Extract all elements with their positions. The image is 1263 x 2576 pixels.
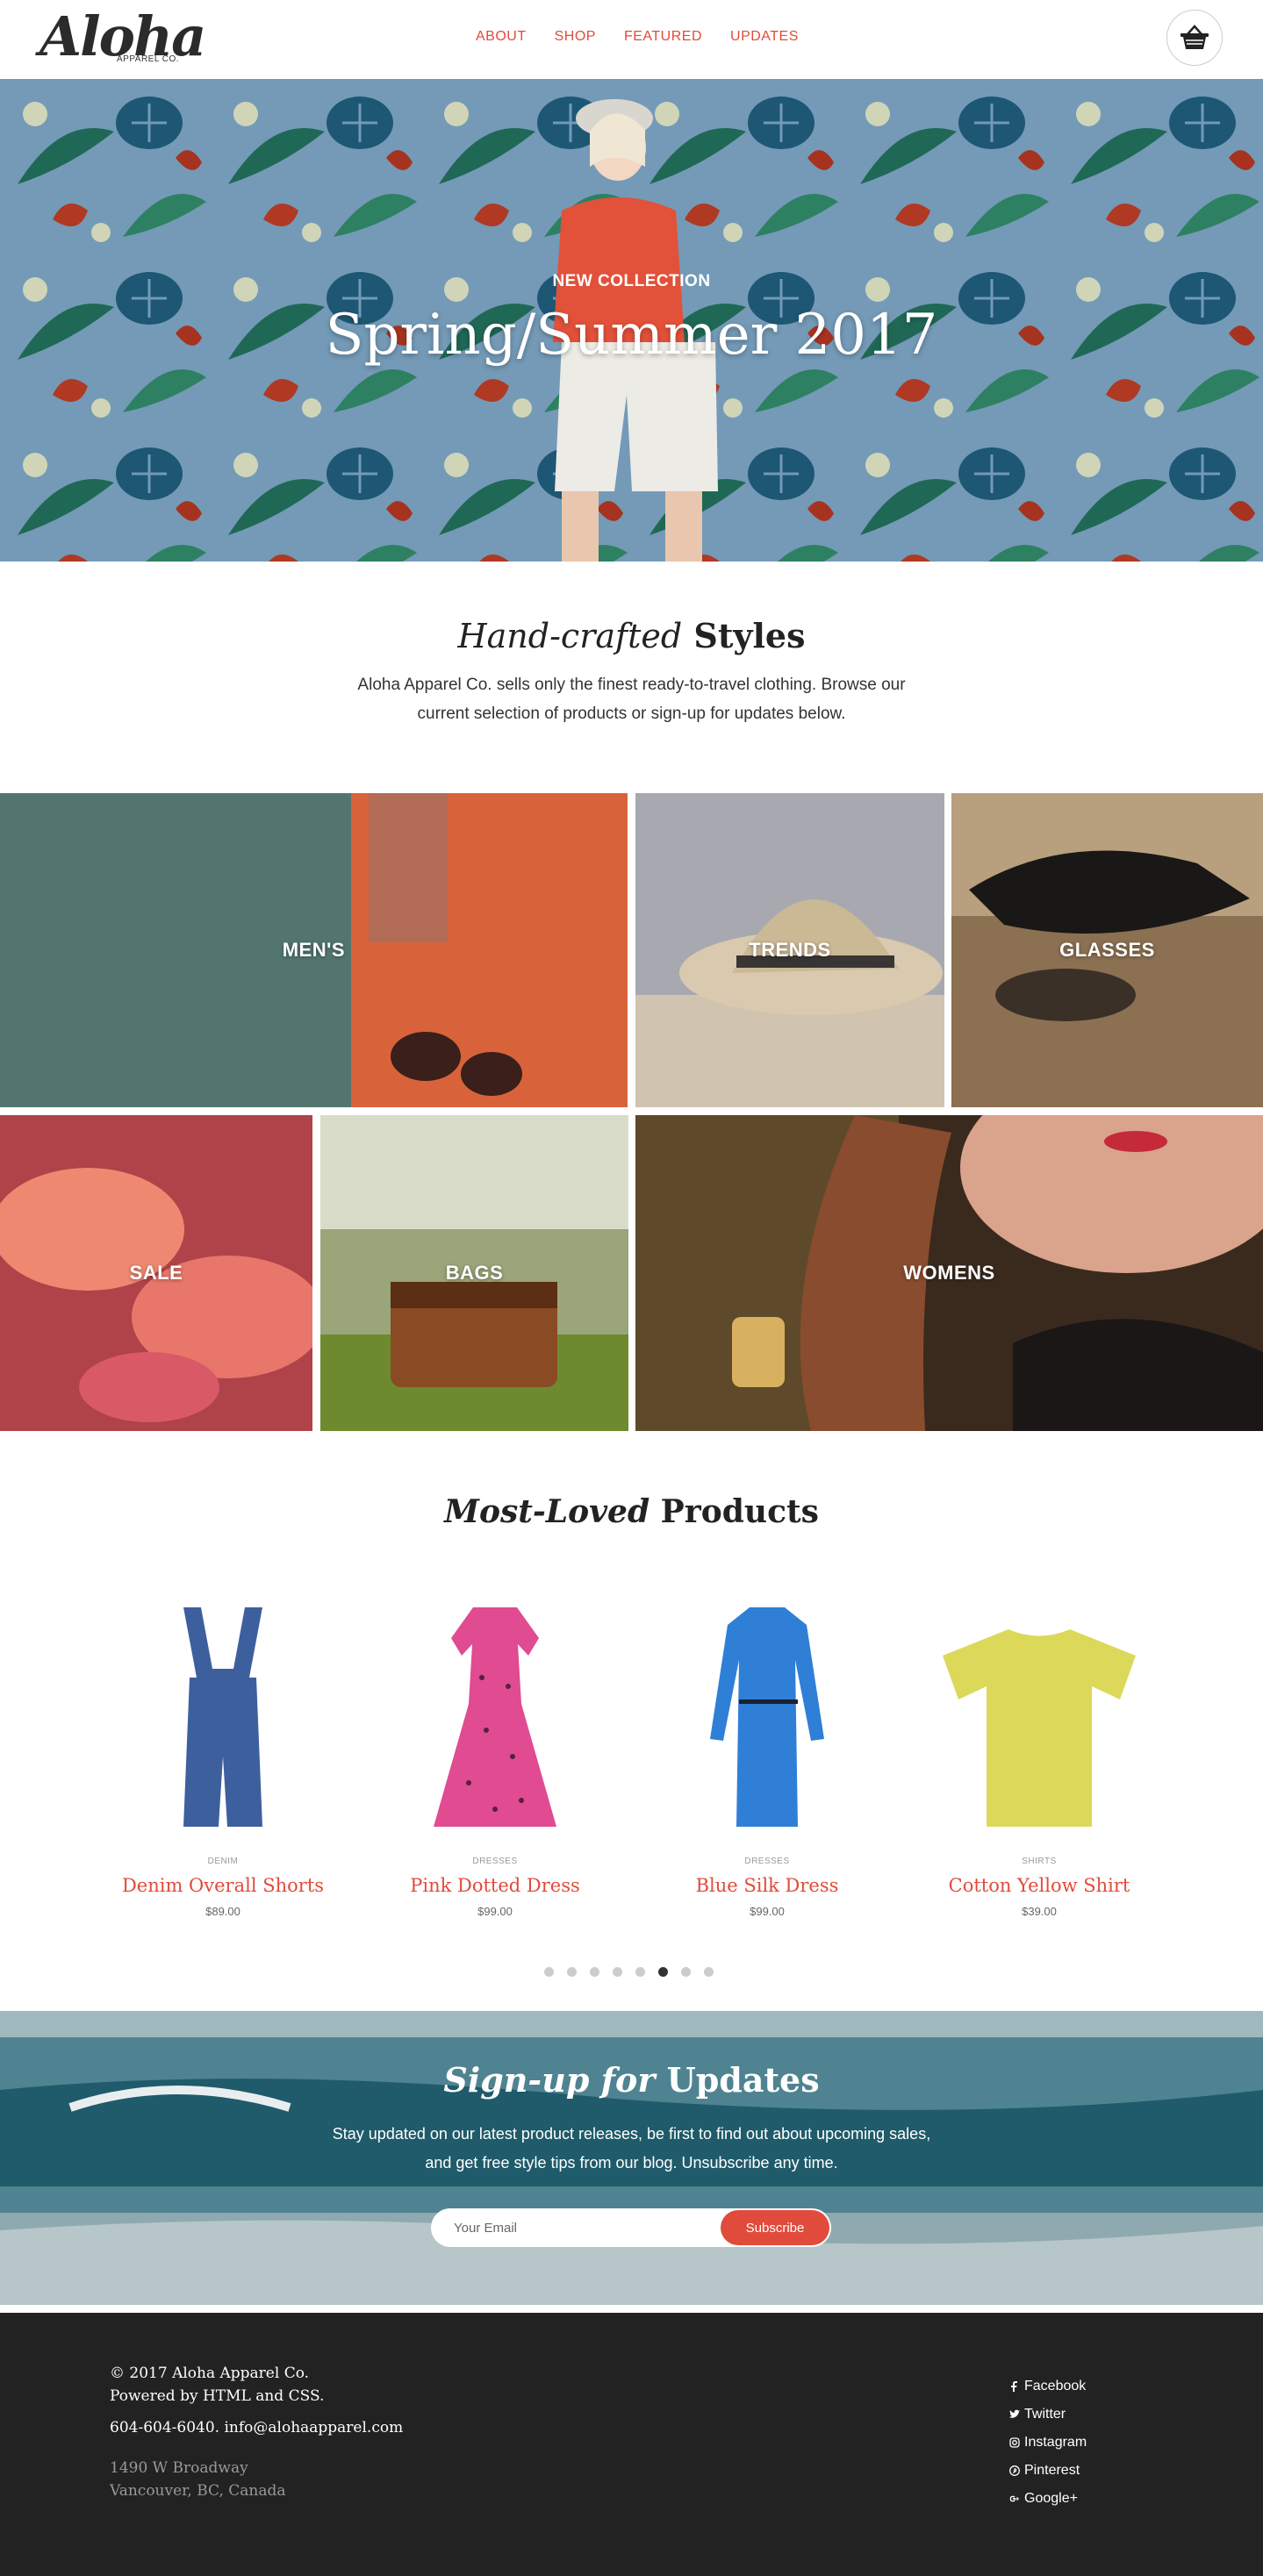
address-line1: 1490 W Broadway <box>110 2459 248 2477</box>
product-price: $89.00 <box>205 1905 240 1918</box>
twitter-icon <box>1009 2409 1020 2418</box>
google-plus-icon <box>1009 2495 1019 2502</box>
carousel-dot-active[interactable] <box>658 1967 668 1977</box>
category-label-sale: SALE <box>129 1262 183 1284</box>
carousel-dot[interactable] <box>590 1967 599 1977</box>
hero-title: Spring/Summer 2017 <box>325 303 938 368</box>
signup-body: Stay updated on our latest product relea… <box>332 2125 931 2172</box>
footer-contact: 604-604-6040. info@alohaapparel.com <box>110 2419 403 2436</box>
product-image <box>644 1590 890 1844</box>
product-category: DRESSES <box>472 1857 518 1866</box>
intro-body: Aloha Apparel Co. sells only the finest … <box>357 676 906 723</box>
product-card[interactable]: DENIM Denim Overall Shorts $89.00 <box>100 1590 346 1918</box>
powered-text: Powered by HTML and CSS. <box>110 2387 325 2405</box>
email-link[interactable]: info@alohaapparel.com <box>224 2419 403 2436</box>
category-tile-trends[interactable]: TRENDS <box>635 793 944 1107</box>
category-label-womens: WOMENS <box>903 1262 995 1284</box>
category-label-bags: BAGS <box>445 1262 504 1284</box>
subscribe-button[interactable]: Subscribe <box>721 2210 829 2245</box>
product-image <box>100 1590 346 1844</box>
carousel-dot[interactable] <box>567 1967 577 1977</box>
carousel-dots <box>544 1967 714 1977</box>
product-card[interactable]: DRESSES Pink Dotted Dress $99.00 <box>372 1590 618 1918</box>
social-google-plus[interactable]: Google+ <box>1009 2485 1087 2513</box>
footer-address: 1490 W Broadway Vancouver, BC, Canada <box>110 2457 286 2502</box>
category-label-mens: MEN'S <box>282 939 345 961</box>
intro-title-italic: Hand-crafted <box>457 617 683 655</box>
hero-kicker: NEW COLLECTION <box>552 272 711 290</box>
social-label: Facebook <box>1024 2379 1087 2394</box>
product-category: SHIRTS <box>1022 1857 1057 1866</box>
logo-subtitle: APPAREL CO. <box>117 54 180 64</box>
social-instagram[interactable]: Instagram <box>1009 2429 1087 2457</box>
signup-title: Sign-up for Updates <box>0 2060 1263 2100</box>
main-nav: ABOUT SHOP FEATURED UPDATES <box>476 29 799 45</box>
social-label: Pinterest <box>1024 2463 1080 2478</box>
product-image <box>916 1590 1162 1844</box>
facebook-icon <box>1011 2381 1017 2392</box>
social-label: Twitter <box>1024 2407 1066 2422</box>
products-title: Most-Loved Products <box>0 1493 1263 1530</box>
cart-button[interactable] <box>1166 10 1223 66</box>
product-name[interactable]: Denim Overall Shorts <box>100 1875 346 1896</box>
social-label: Google+ <box>1024 2491 1078 2506</box>
category-tile-mens[interactable]: MEN'S <box>0 793 628 1107</box>
carousel-dot[interactable] <box>681 1967 691 1977</box>
product-name[interactable]: Pink Dotted Dress <box>372 1875 618 1896</box>
product-name[interactable]: Blue Silk Dress <box>644 1875 890 1896</box>
nav-updates[interactable]: UPDATES <box>730 29 799 45</box>
products-title-italic: Most-Loved <box>444 1493 650 1530</box>
product-category: DRESSES <box>744 1857 790 1866</box>
product-card[interactable]: SHIRTS Cotton Yellow Shirt $39.00 <box>916 1590 1162 1918</box>
product-price: $99.00 <box>477 1905 513 1918</box>
site-header: Aloha APPAREL CO. ABOUT SHOP FEATURED UP… <box>0 0 1263 79</box>
nav-about[interactable]: ABOUT <box>476 29 527 45</box>
product-price: $99.00 <box>750 1905 785 1918</box>
address-line2: Vancouver, BC, Canada <box>110 2482 286 2500</box>
basket-icon <box>1180 25 1209 49</box>
copyright-text: © 2017 Aloha Apparel Co. <box>110 2365 310 2382</box>
product-category: DENIM <box>207 1857 239 1866</box>
product-name[interactable]: Cotton Yellow Shirt <box>916 1875 1162 1896</box>
signup-section: Sign-up for Updates Stay updated on our … <box>0 2011 1263 2305</box>
phone-number[interactable]: 604-604-6040. <box>110 2419 219 2436</box>
carousel-dot[interactable] <box>544 1967 554 1977</box>
social-pinterest[interactable]: Pinterest <box>1009 2457 1087 2485</box>
carousel-dot[interactable] <box>613 1967 622 1977</box>
product-card[interactable]: DRESSES Blue Silk Dress $99.00 <box>644 1590 890 1918</box>
instagram-icon <box>1009 2437 1020 2448</box>
category-tile-bags[interactable]: BAGS <box>320 1115 628 1431</box>
category-label-glasses: GLASSES <box>1059 939 1155 961</box>
footer-copyright: © 2017 Aloha Apparel Co. Powered by HTML… <box>110 2362 324 2408</box>
social-facebook[interactable]: Facebook <box>1009 2372 1087 2401</box>
carousel-dot[interactable] <box>704 1967 714 1977</box>
product-image <box>372 1590 618 1844</box>
category-label-trends: TRENDS <box>749 939 831 961</box>
brand-logo[interactable]: Aloha APPAREL CO. <box>39 5 206 68</box>
intro-title: Hand-crafted Styles <box>0 616 1263 655</box>
signup-title-bold: Updates <box>666 2060 820 2100</box>
site-footer: © 2017 Aloha Apparel Co. Powered by HTML… <box>0 2313 1263 2576</box>
nav-featured[interactable]: FEATURED <box>624 29 702 45</box>
category-tile-glasses[interactable]: GLASSES <box>951 793 1263 1107</box>
social-links: Facebook Twitter Instagram Pinterest Goo… <box>1009 2372 1087 2513</box>
pinterest-icon <box>1009 2465 1020 2476</box>
signup-title-italic: Sign-up for <box>443 2060 656 2100</box>
hero-banner: NEW COLLECTION Spring/Summer 2017 <box>0 79 1263 562</box>
product-price: $39.00 <box>1022 1905 1057 1918</box>
category-tile-womens[interactable]: WOMENS <box>635 1115 1263 1431</box>
social-twitter[interactable]: Twitter <box>1009 2401 1087 2429</box>
social-label: Instagram <box>1024 2435 1087 2450</box>
intro-title-bold: Styles <box>693 616 806 655</box>
products-title-bold: Products <box>660 1493 819 1530</box>
carousel-dot[interactable] <box>635 1967 645 1977</box>
email-input[interactable] <box>454 2208 700 2247</box>
category-tile-sale[interactable]: SALE <box>0 1115 312 1431</box>
nav-shop[interactable]: SHOP <box>555 29 596 45</box>
signup-form: Subscribe <box>431 2208 831 2247</box>
